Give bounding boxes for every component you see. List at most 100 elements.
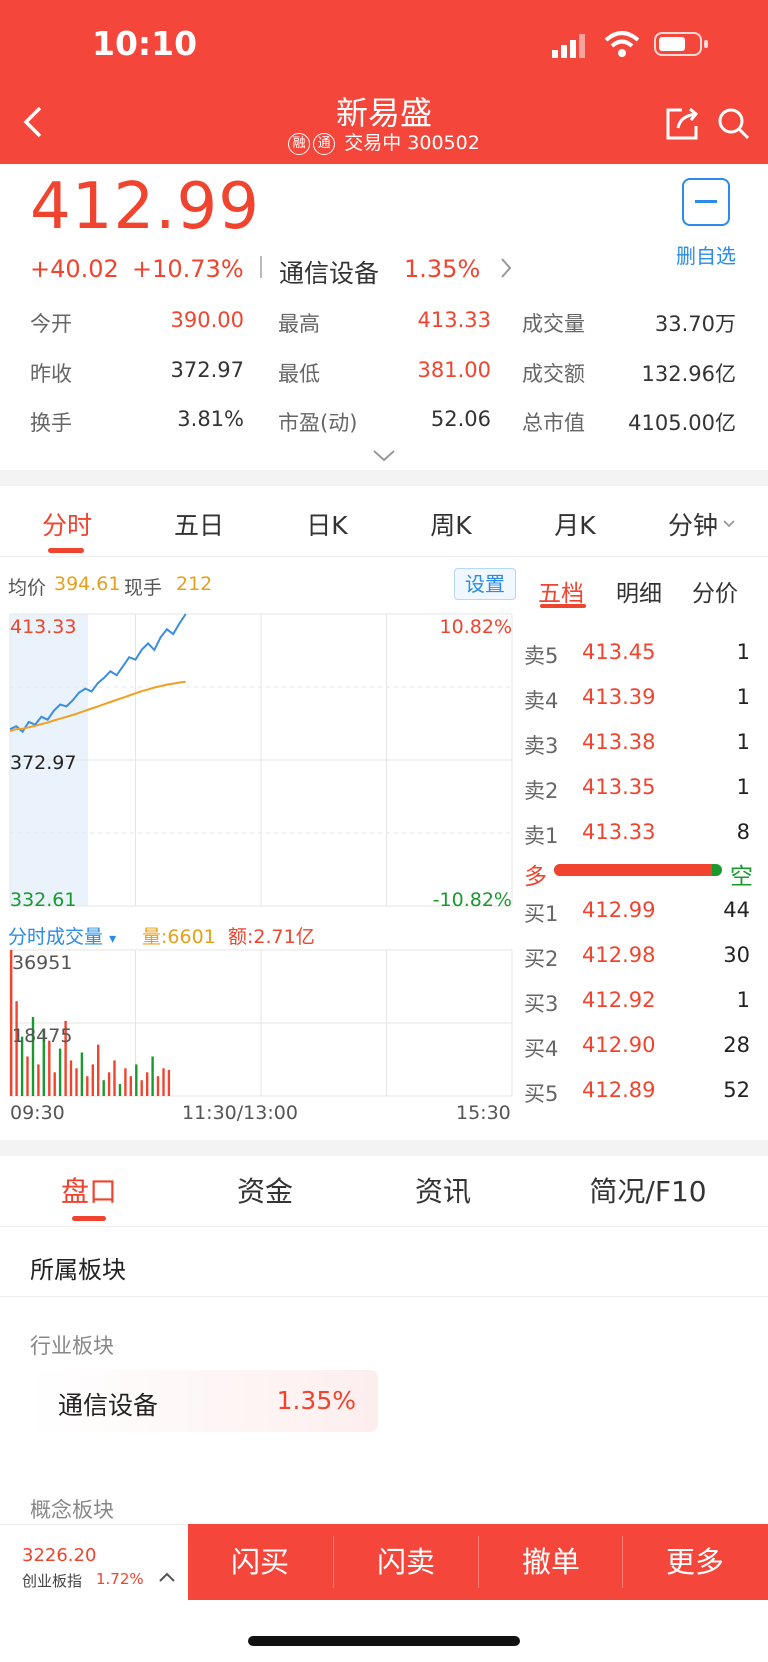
- stat-turnover-label: 换手: [30, 411, 72, 435]
- trade-status: 交易中: [344, 132, 402, 154]
- volume-bar: [107, 1072, 111, 1096]
- wifi-icon: [604, 30, 640, 58]
- vol-mid-label: 18475: [12, 1025, 73, 1047]
- avg-price-label: 均价: [8, 577, 47, 599]
- volume-label: 分时成交量: [8, 926, 104, 948]
- margin-badge: 融: [288, 133, 311, 155]
- bid-row-5: 买5 412.89 52: [524, 1068, 750, 1112]
- ask-qty: 1: [736, 730, 750, 754]
- ask-price: 413.33: [582, 820, 656, 844]
- tab-profile[interactable]: 简况/F10: [576, 1170, 720, 1210]
- chevron-up-icon[interactable]: [158, 1568, 176, 1587]
- stat-low-value: 381.00: [417, 358, 491, 382]
- volume-bar: [140, 1080, 143, 1096]
- bull-fill: [554, 864, 712, 876]
- ask-row-5: 卖5 413.45 1: [524, 630, 750, 674]
- cancel-order-button[interactable]: 撤单: [479, 1526, 623, 1598]
- ask-label: 卖2: [524, 779, 559, 803]
- separator: [260, 256, 262, 278]
- industry-board-card[interactable]: 通信设备 1.35%: [30, 1370, 378, 1432]
- stat-pe-value: 52.06: [430, 407, 491, 431]
- bid-label: 买2: [524, 947, 559, 971]
- volume-bar: [58, 1048, 62, 1096]
- industry-name: 通信设备: [58, 1391, 159, 1420]
- tab-intraday[interactable]: 分时: [24, 506, 110, 542]
- battery-icon: [654, 30, 710, 58]
- bid-row-4: 买4 412.90 28: [524, 1023, 750, 1067]
- tab-news[interactable]: 资讯: [398, 1170, 488, 1210]
- expand-chevron-icon[interactable]: [372, 448, 396, 467]
- minute-dropdown-icon[interactable]: [722, 514, 736, 533]
- bid-row-2: 买2 412.98 30: [524, 933, 750, 977]
- ask-qty: 1: [736, 775, 750, 799]
- sector-link[interactable]: 通信设备: [279, 254, 379, 290]
- signal-icon: [552, 34, 592, 58]
- tab-price-dist[interactable]: 分价: [692, 574, 738, 608]
- volume-dropdown-icon: ▾: [109, 931, 117, 947]
- tab-bar-border: [0, 556, 768, 557]
- ask-qty: 8: [736, 820, 750, 844]
- stat-high-label: 最高: [278, 312, 320, 336]
- intraday-chart[interactable]: [0, 610, 520, 910]
- bid-label: 买4: [524, 1037, 559, 1061]
- orderbook-tab-indicator: [540, 604, 586, 608]
- bear-label: 空: [730, 864, 753, 890]
- search-icon[interactable]: [716, 106, 752, 142]
- status-time: 10:10: [92, 24, 198, 63]
- now-hand-value: 212: [176, 573, 213, 595]
- stat-open-label: 今开: [30, 312, 72, 336]
- industry-board-label: 行业板块: [30, 1334, 114, 1358]
- bottom-tab-indicator: [72, 1216, 106, 1221]
- vol-max-label: 36951: [12, 952, 73, 974]
- pct-max-label: 10.82%: [439, 616, 512, 638]
- stat-vol-label: 成交量: [522, 312, 585, 336]
- volume-bar: [86, 1076, 89, 1096]
- bull-bear-bar: [554, 864, 722, 876]
- ask-label: 卖1: [524, 824, 559, 848]
- ask-price: 413.35: [582, 775, 656, 799]
- time-tick-open: 09:30: [10, 1102, 65, 1124]
- tab-5day[interactable]: 五日: [156, 506, 242, 542]
- chevron-right-icon[interactable]: [498, 256, 514, 284]
- tab-five-levels[interactable]: 五档: [538, 574, 584, 608]
- volume-bar: [15, 1001, 18, 1096]
- chart-settings-button[interactable]: 设置: [454, 568, 516, 600]
- remove-watchlist-button[interactable]: 删自选: [664, 178, 748, 268]
- tab-daily-k[interactable]: 日K: [284, 506, 370, 542]
- volume-bar: [48, 1040, 51, 1096]
- more-button[interactable]: 更多: [623, 1526, 767, 1598]
- tab-weekly-k[interactable]: 周K: [408, 506, 494, 542]
- ask-label: 卖5: [524, 644, 559, 668]
- flash-buy-button[interactable]: 闪买: [188, 1526, 332, 1598]
- stat-turnover-value: 3.81%: [177, 407, 244, 431]
- bid-label: 买5: [524, 1082, 559, 1106]
- volume-selector[interactable]: 分时成交量 ▾: [8, 922, 116, 949]
- volume-chart[interactable]: [0, 946, 520, 1102]
- volume-bar: [53, 1072, 56, 1096]
- volume-bar: [156, 1076, 160, 1096]
- y-min-label: 332.61: [10, 889, 77, 911]
- tab-monthly-k[interactable]: 月K: [532, 506, 618, 542]
- y-max-label: 413.33: [10, 616, 77, 638]
- flash-sell-button[interactable]: 闪卖: [334, 1526, 478, 1598]
- ask-label: 卖4: [524, 689, 559, 713]
- board-section-title: 所属板块: [30, 1256, 126, 1284]
- volume-bar: [75, 1068, 78, 1096]
- time-tick-noon: 11:30/13:00: [182, 1102, 298, 1124]
- tab-details[interactable]: 明细: [616, 574, 662, 608]
- tab-funds[interactable]: 资金: [220, 1170, 310, 1210]
- bid-qty: 30: [723, 943, 750, 967]
- share-icon[interactable]: [664, 106, 700, 142]
- last-price: 412.99: [30, 170, 260, 244]
- volume-bar: [80, 1052, 84, 1096]
- stock-code: 300502: [407, 132, 480, 154]
- board-divider: [0, 1296, 768, 1297]
- bid-qty: 1: [736, 988, 750, 1012]
- volume-bar: [162, 1068, 165, 1096]
- tab-minute[interactable]: 分钟: [656, 506, 730, 542]
- volume-bar: [129, 1076, 132, 1096]
- pct-min-label: -10.82%: [432, 889, 512, 911]
- volume-qty: 量:6601: [142, 926, 216, 948]
- volume-bar: [124, 1068, 127, 1096]
- tab-handicap[interactable]: 盘口: [44, 1170, 134, 1210]
